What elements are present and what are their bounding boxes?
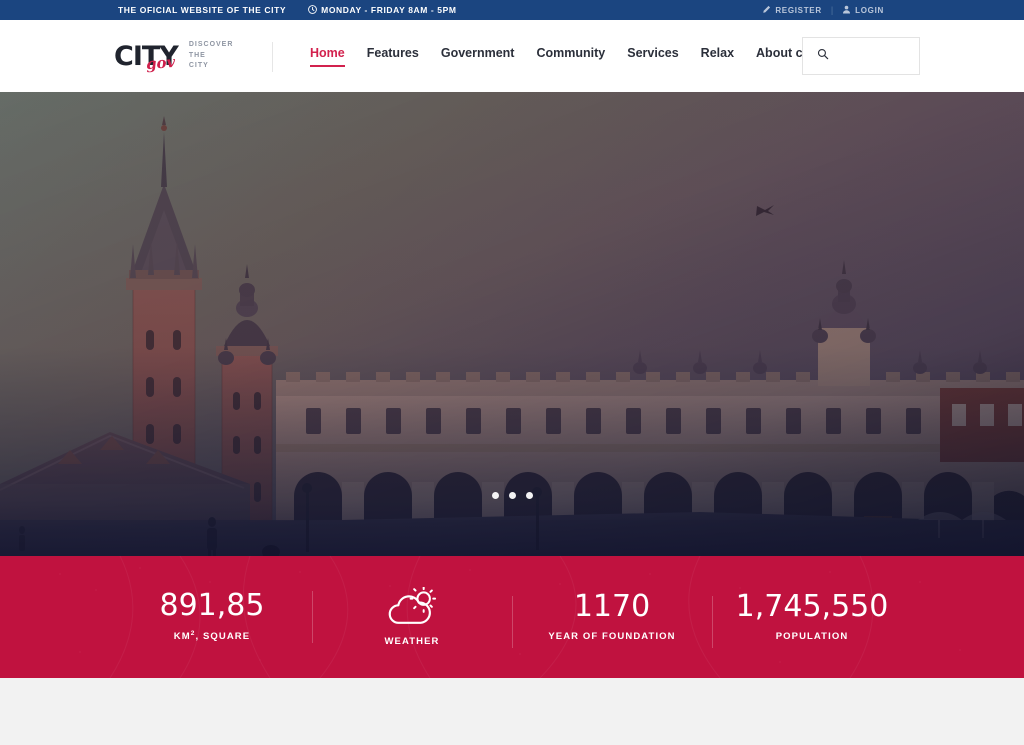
city-stats-bar: 891,85 KM2, SQUARE WEATHER 1170 YEAR OF … — [0, 556, 1024, 678]
hero-carousel — [0, 92, 1024, 556]
stat-area: 891,85 KM2, SQUARE — [112, 588, 312, 643]
logo-tagline: DISCOVER THE CITY — [189, 40, 234, 73]
user-icon — [842, 5, 851, 16]
stat-foundation-year-label: YEAR OF FOUNDATION — [548, 631, 676, 642]
office-hours-label: MONDAY - FRIDAY 8AM - 5PM — [321, 5, 457, 15]
stat-foundation-year: 1170 YEAR OF FOUNDATION — [512, 589, 712, 648]
topbar-separator: | — [830, 5, 834, 15]
logo-tagline-line-2: THE — [188, 51, 206, 59]
office-hours: MONDAY - FRIDAY 8AM - 5PM — [308, 1, 456, 19]
search-icon — [817, 47, 829, 65]
clock-icon — [308, 1, 318, 19]
stat-weather-label: WEATHER — [384, 636, 440, 647]
logo-tagline-line-3: CITY — [188, 62, 209, 70]
login-label: LOGIN — [855, 5, 884, 15]
carousel-dot-2[interactable] — [508, 492, 516, 499]
stat-population-label: POPULATION — [775, 631, 849, 642]
nav-item-government[interactable]: Government — [441, 46, 515, 67]
nav-item-home[interactable]: Home — [310, 46, 345, 67]
nav-item-features[interactable]: Features — [367, 46, 419, 67]
page-content-below-fold — [0, 678, 1024, 745]
top-utility-bar: THE OFICIAL WEBSITE OF THE CITY MONDAY -… — [0, 0, 1024, 20]
topbar-left-group: THE OFICIAL WEBSITE OF THE CITY MONDAY -… — [118, 0, 457, 20]
stat-foundation-year-value: 1170 — [573, 589, 651, 624]
stat-area-label-prefix: KM — [173, 631, 191, 643]
logo-mark: CITY gov — [114, 43, 179, 73]
register-label: REGISTER — [775, 5, 822, 15]
carousel-dot-1[interactable] — [491, 492, 499, 499]
site-logo[interactable]: CITY gov DISCOVER THE CITY — [114, 40, 233, 73]
stat-area-label: KM2, SQUARE — [174, 630, 250, 642]
site-tagline: THE OFICIAL WEBSITE OF THE CITY — [118, 5, 287, 15]
stat-population-value: 1,745,550 — [735, 589, 889, 624]
stat-area-value: 891,85 — [159, 588, 265, 624]
login-link[interactable]: LOGIN — [842, 5, 884, 16]
stats-row: 891,85 KM2, SQUARE WEATHER 1170 YEAR OF … — [0, 586, 1024, 648]
stat-area-label-suffix: , SQUARE — [195, 631, 251, 643]
weather-cloud-sun-icon — [385, 586, 439, 627]
topbar-account-group: REGISTER | LOGIN — [762, 0, 884, 20]
nav-item-services[interactable]: Services — [627, 46, 678, 67]
search-input[interactable] — [836, 50, 910, 62]
search-box[interactable] — [802, 37, 920, 75]
stat-weather[interactable]: WEATHER — [312, 586, 512, 647]
main-navigation: Home Features Government Community Servi… — [310, 46, 817, 67]
stat-population: 1,745,550 POPULATION — [712, 589, 912, 648]
logo-script-gov: gov — [145, 52, 176, 73]
hero-overlay-vignette — [0, 92, 1024, 556]
nav-item-relax[interactable]: Relax — [701, 46, 734, 67]
nav-item-community[interactable]: Community — [536, 46, 605, 67]
carousel-dots — [0, 492, 1024, 499]
pencil-icon — [762, 5, 771, 16]
register-link[interactable]: REGISTER — [762, 5, 822, 16]
header-divider — [272, 42, 273, 72]
logo-tagline-line-1: DISCOVER — [188, 40, 234, 48]
site-header: CITY gov DISCOVER THE CITY Home Features… — [0, 20, 1024, 92]
carousel-dot-3[interactable] — [525, 492, 533, 499]
